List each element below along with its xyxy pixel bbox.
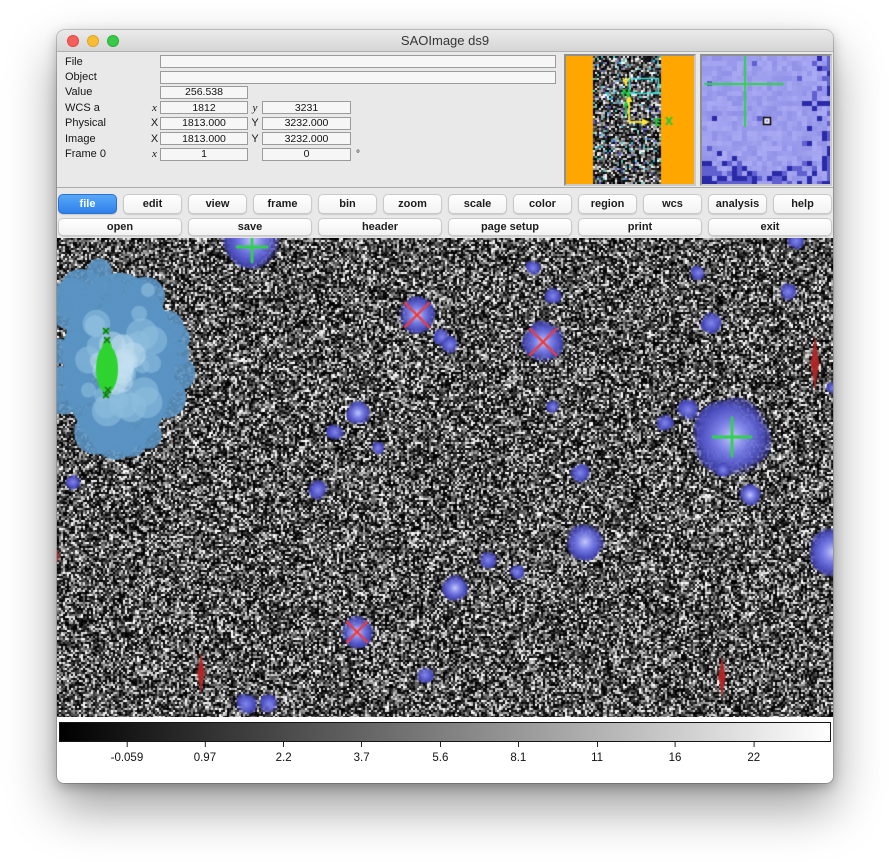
wcs-row: WCS a x 1812 y 3231 — [65, 100, 556, 115]
wcs-y-label: y — [248, 102, 262, 114]
tick-mark — [518, 742, 519, 747]
image-x-label: X — [149, 133, 160, 145]
titlebar[interactable]: SAOImage ds9 — [57, 30, 833, 52]
window-title: SAOImage ds9 — [57, 30, 833, 51]
tick-mark — [440, 742, 441, 747]
degree-symbol: ° — [356, 149, 360, 160]
tick-label: 2.2 — [276, 752, 292, 764]
frame-x-label: x — [149, 148, 160, 160]
header-button[interactable]: header — [318, 218, 442, 236]
panner-canvas[interactable] — [566, 56, 694, 184]
save-button[interactable]: save — [188, 218, 312, 236]
wcs-x-label: x — [149, 102, 160, 114]
image-label: Image — [65, 133, 149, 145]
menu-button-view[interactable]: view — [188, 194, 247, 214]
coordinate-readout: File Object Value 256.538 WCS a x 1812 y… — [65, 54, 556, 162]
frame-zoom-field[interactable]: 1 — [160, 148, 248, 161]
page-setup-button[interactable]: page setup — [448, 218, 572, 236]
frame-label: Frame 0 — [65, 148, 149, 160]
menu-button-bin[interactable]: bin — [318, 194, 377, 214]
tick-mark — [675, 742, 676, 747]
physical-x-field[interactable]: 1813.000 — [160, 117, 248, 130]
print-button[interactable]: print — [578, 218, 702, 236]
physical-x-label: X — [149, 117, 160, 129]
physical-y-label: Y — [248, 117, 262, 129]
tick-mark — [597, 742, 598, 747]
object-label: Object — [65, 71, 149, 83]
tick-label: 5.6 — [432, 752, 448, 764]
info-panel: File Object Value 256.538 WCS a x 1812 y… — [57, 52, 833, 188]
menu-button-help[interactable]: help — [773, 194, 832, 214]
open-button[interactable]: open — [58, 218, 182, 236]
file-row: File — [65, 54, 556, 69]
wcs-label: WCS a — [65, 102, 149, 114]
frame-row: Frame 0 x 1 0 ° — [65, 146, 556, 161]
menu-button-file[interactable]: file — [58, 194, 117, 214]
minimize-button[interactable] — [87, 35, 99, 47]
tick-mark — [126, 742, 127, 747]
tick-mark — [753, 742, 754, 747]
window-controls — [67, 35, 119, 47]
tick-mark — [361, 742, 362, 747]
tick-label: -0.059 — [111, 752, 144, 764]
menu-button-analysis[interactable]: analysis — [708, 194, 767, 214]
tick-label: 0.97 — [194, 752, 216, 764]
colorbar-panel: -0.059 0.97 2.2 3.7 5.6 8.1 11 16 22 — [57, 717, 833, 783]
wcs-y-field[interactable]: 3231 — [262, 101, 351, 114]
tick-label: 3.7 — [354, 752, 370, 764]
menu-button-edit[interactable]: edit — [123, 194, 182, 214]
ds9-window: SAOImage ds9 File Object Value 256.538 W… — [57, 30, 833, 783]
tick-label: 16 — [669, 752, 682, 764]
menubar: file edit view frame bin zoom scale colo… — [57, 188, 833, 238]
fullscreen-button[interactable] — [107, 35, 119, 47]
file-field[interactable] — [160, 55, 556, 68]
colorbar-ticks: -0.059 0.97 2.2 3.7 5.6 8.1 11 16 22 — [59, 742, 831, 778]
magnifier — [700, 54, 832, 186]
tick-mark — [204, 742, 205, 747]
menu-row-main: file edit view frame bin zoom scale colo… — [58, 194, 832, 214]
frame-angle-field[interactable]: 0 — [262, 148, 351, 161]
magnifier-canvas — [702, 56, 830, 184]
image-display[interactable] — [57, 238, 833, 717]
image-y-field[interactable]: 3232.000 — [262, 132, 351, 145]
image-row: Image X 1813.000 Y 3232.000 — [65, 131, 556, 146]
tick-label: 11 — [591, 752, 603, 764]
tick-mark — [283, 742, 284, 747]
tick-label: 8.1 — [510, 752, 526, 764]
wcs-x-field[interactable]: 1812 — [160, 101, 248, 114]
exit-button[interactable]: exit — [708, 218, 832, 236]
colorbar[interactable] — [59, 722, 831, 742]
value-row: Value 256.538 — [65, 85, 556, 100]
physical-row: Physical X 1813.000 Y 3232.000 — [65, 116, 556, 131]
menu-button-zoom[interactable]: zoom — [383, 194, 442, 214]
panner[interactable] — [564, 54, 696, 186]
object-field[interactable] — [160, 71, 556, 84]
image-x-field[interactable]: 1813.000 — [160, 132, 248, 145]
menu-row-file: open save header page setup print exit — [58, 218, 832, 236]
object-row: Object — [65, 69, 556, 84]
close-button[interactable] — [67, 35, 79, 47]
menu-button-scale[interactable]: scale — [448, 194, 507, 214]
menu-button-color[interactable]: color — [513, 194, 572, 214]
tick-label: 22 — [747, 752, 760, 764]
menu-button-frame[interactable]: frame — [253, 194, 312, 214]
menu-button-region[interactable]: region — [578, 194, 637, 214]
value-field[interactable]: 256.538 — [160, 86, 248, 99]
image-y-label: Y — [248, 133, 262, 145]
physical-y-field[interactable]: 3232.000 — [262, 117, 351, 130]
value-label: Value — [65, 86, 149, 98]
file-label: File — [65, 56, 149, 68]
menu-button-wcs[interactable]: wcs — [643, 194, 702, 214]
physical-label: Physical — [65, 117, 149, 129]
